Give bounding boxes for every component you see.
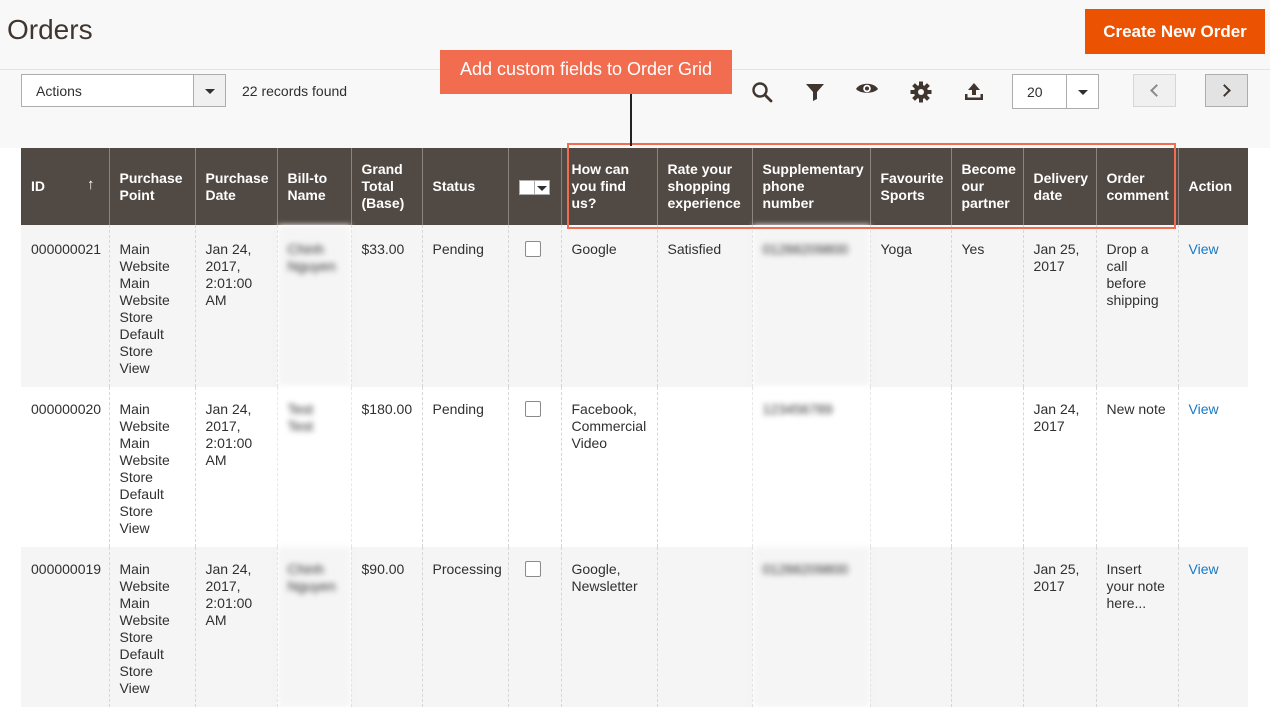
cell-purchase-point: Main Website Main Website Store Default … [108, 547, 195, 707]
cell-become-partner [950, 547, 1023, 707]
orders-grid: ID ↑ Purchase Point Purchase Date Bill-t… [21, 148, 1248, 707]
column-header-how-find-us[interactable]: How can you find us? [560, 148, 657, 225]
cell-rate-experience: Satisfied [656, 225, 752, 387]
actions-dropdown[interactable]: Actions [21, 74, 226, 107]
cell-action: View [1177, 387, 1248, 547]
chevron-down-icon[interactable] [193, 75, 225, 106]
column-header-mass-select[interactable] [507, 148, 561, 225]
cell-id: 000000019 [21, 547, 109, 707]
row-checkbox[interactable] [524, 241, 541, 257]
cell-delivery-date: Jan 25, 2017 [1022, 225, 1096, 387]
cell-become-partner: Yes [950, 225, 1023, 387]
cell-favourite-sports [869, 387, 951, 547]
view-link[interactable]: View [1189, 241, 1219, 257]
column-header-favourite-sports[interactable]: Favourite Sports [869, 148, 951, 225]
records-count: 22 records found [242, 83, 348, 99]
create-new-order-button[interactable]: Create New Order [1085, 9, 1265, 54]
view-link[interactable]: View [1189, 561, 1219, 577]
cell-id: 000000020 [21, 387, 109, 547]
table-row[interactable]: 000000020 Main Website Main Website Stor… [21, 387, 1248, 547]
cell-action: View [1177, 547, 1248, 707]
cell-order-comment: New note [1095, 387, 1178, 547]
row-checkbox[interactable] [524, 401, 541, 417]
table-row[interactable]: 000000021 Main Website Main Website Stor… [21, 225, 1248, 387]
page-title: Orders [7, 14, 93, 45]
cell-how-find-us: Google, Newsletter [560, 547, 657, 707]
cell-become-partner [950, 387, 1023, 547]
actions-dropdown-label: Actions [36, 83, 82, 99]
chevron-down-icon [536, 186, 547, 192]
column-header-label: ID [31, 178, 45, 194]
cell-bill-to-name: Test Test [276, 387, 351, 547]
annotation-callout: Add custom fields to Order Grid [440, 50, 732, 94]
filter-icon[interactable] [803, 80, 827, 104]
search-icon[interactable] [750, 80, 774, 104]
cell-grand-total: $90.00 [350, 547, 422, 707]
cell-status: Pending [421, 387, 508, 547]
cell-select [507, 387, 561, 547]
cell-favourite-sports: Yoga [869, 225, 951, 387]
next-page-button[interactable] [1205, 74, 1248, 107]
cell-supplementary-phone: 01266209800 [751, 547, 870, 707]
cell-how-find-us: Google [560, 225, 657, 387]
chevron-down-icon[interactable] [1066, 75, 1098, 108]
column-header-grand-total[interactable]: Grand Total (Base) [350, 148, 422, 225]
cell-order-comment: Drop a call before shipping [1095, 225, 1178, 387]
chevron-right-icon [1217, 83, 1231, 97]
sort-ascending-icon: ↑ [87, 176, 95, 193]
cell-rate-experience [656, 547, 752, 707]
cell-bill-to-name: Chinh Nguyen [276, 547, 351, 707]
cell-supplementary-phone: 123456789 [751, 387, 870, 547]
cell-grand-total: $33.00 [350, 225, 422, 387]
mass-select-checkbox[interactable] [518, 179, 550, 195]
cell-status: Processing [421, 547, 508, 707]
annotation-pointer [630, 94, 632, 146]
column-header-supplementary-phone[interactable]: Supplementary phone number [751, 148, 870, 225]
column-header-order-comment[interactable]: Order comment [1095, 148, 1178, 225]
column-header-become-partner[interactable]: Become our partner [950, 148, 1023, 225]
cell-delivery-date: Jan 24, 2017 [1022, 387, 1096, 547]
column-header-rate-experience[interactable]: Rate your shopping experience [656, 148, 752, 225]
column-header-purchase-point[interactable]: Purchase Point [108, 148, 195, 225]
cell-delivery-date: Jan 25, 2017 [1022, 547, 1096, 707]
table-row[interactable]: 000000019 Main Website Main Website Stor… [21, 547, 1248, 707]
column-header-id[interactable]: ID ↑ [21, 148, 109, 225]
cell-purchase-point: Main Website Main Website Store Default … [108, 225, 195, 387]
cell-id: 000000021 [21, 225, 109, 387]
cell-grand-total: $180.00 [350, 387, 422, 547]
view-link[interactable]: View [1189, 401, 1219, 417]
cell-status: Pending [421, 225, 508, 387]
cell-purchase-date: Jan 24, 2017, 2:01:00 AM [194, 225, 277, 387]
column-header-bill-to-name[interactable]: Bill-to Name [276, 148, 351, 225]
gear-icon[interactable] [909, 80, 933, 104]
column-header-purchase-date[interactable]: Purchase Date [194, 148, 277, 225]
chevron-left-icon [1149, 83, 1163, 97]
grid-header-row: ID ↑ Purchase Point Purchase Date Bill-t… [21, 148, 1248, 225]
cell-purchase-point: Main Website Main Website Store Default … [108, 387, 195, 547]
cell-rate-experience [656, 387, 752, 547]
export-icon[interactable] [962, 80, 986, 104]
column-header-action: Action [1177, 148, 1248, 225]
cell-bill-to-name: Chinh Nguyen [276, 225, 351, 387]
cell-how-find-us: Facebook, Commercial Video [560, 387, 657, 547]
cell-order-comment: Insert your note here... [1095, 547, 1178, 707]
cell-select [507, 547, 561, 707]
cell-purchase-date: Jan 24, 2017, 2:01:00 AM [194, 547, 277, 707]
column-header-status[interactable]: Status [421, 148, 508, 225]
row-checkbox[interactable] [524, 561, 541, 577]
cell-select [507, 225, 561, 387]
cell-purchase-date: Jan 24, 2017, 2:01:00 AM [194, 387, 277, 547]
page-size-value: 20 [1027, 84, 1043, 100]
cell-supplementary-phone: 01266209800 [751, 225, 870, 387]
page-size-select[interactable]: 20 [1012, 74, 1099, 109]
column-header-delivery-date[interactable]: Delivery date [1022, 148, 1096, 225]
cell-favourite-sports [869, 547, 951, 707]
previous-page-button[interactable] [1133, 74, 1176, 107]
cell-action: View [1177, 225, 1248, 387]
eye-icon[interactable] [855, 77, 879, 101]
